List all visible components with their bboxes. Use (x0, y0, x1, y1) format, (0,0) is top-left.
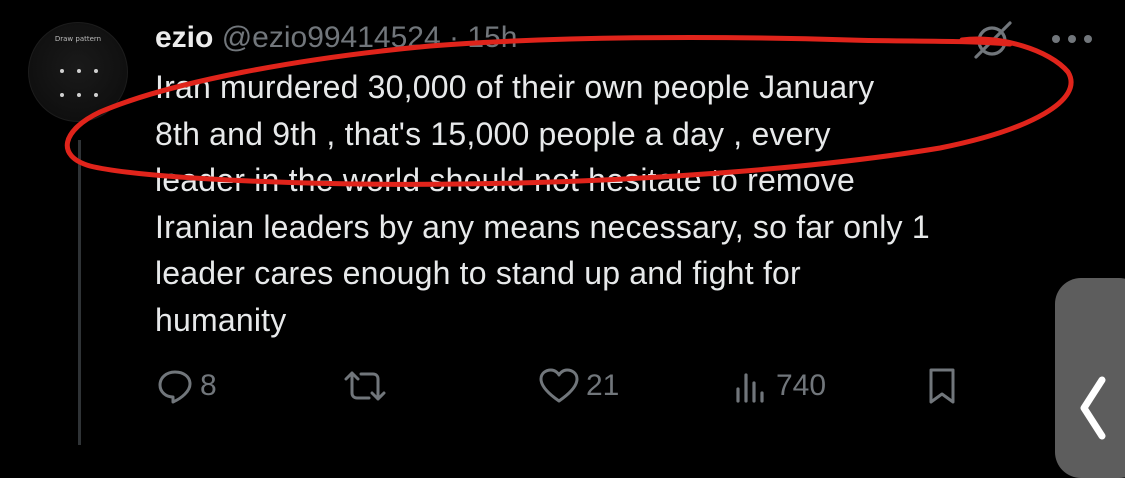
bookmark-icon (929, 368, 955, 404)
separator: · (449, 21, 460, 54)
views-button[interactable]: 740 (734, 364, 826, 408)
chevron-left-icon[interactable] (1072, 372, 1112, 442)
more-icon[interactable] (1050, 32, 1094, 46)
like-count: 21 (586, 369, 620, 402)
user-handle[interactable]: @ezio99414524 (222, 21, 441, 54)
grok-icon[interactable] (968, 16, 1016, 64)
like-button[interactable]: 21 (538, 364, 619, 408)
repost-icon (344, 371, 386, 401)
timestamp[interactable]: 15h (467, 21, 517, 54)
reply-icon (158, 370, 192, 404)
heart-icon (539, 368, 579, 403)
views-count: 740 (776, 369, 827, 402)
tweet-header: ezio @ezio99414524 · 15h (155, 18, 517, 58)
pattern-dot (77, 69, 81, 73)
bookmark-button[interactable] (924, 364, 960, 408)
avatar[interactable]: Draw pattern (28, 22, 128, 122)
pattern-dot (77, 93, 81, 97)
display-name[interactable]: ezio (155, 21, 213, 54)
repost-button[interactable] (342, 364, 394, 408)
action-bar: 8 21 740 (0, 364, 1125, 408)
reply-button[interactable]: 8 (156, 364, 217, 408)
pattern-dot (94, 93, 98, 97)
views-chart-icon (736, 373, 764, 403)
pattern-dot (60, 93, 64, 97)
tweet-text: Iran murdered 30,000 of their own people… (155, 69, 930, 338)
reply-count: 8 (200, 369, 217, 402)
avatar-label: Draw pattern (54, 35, 102, 43)
pattern-dot (60, 69, 64, 73)
pattern-dot (94, 69, 98, 73)
